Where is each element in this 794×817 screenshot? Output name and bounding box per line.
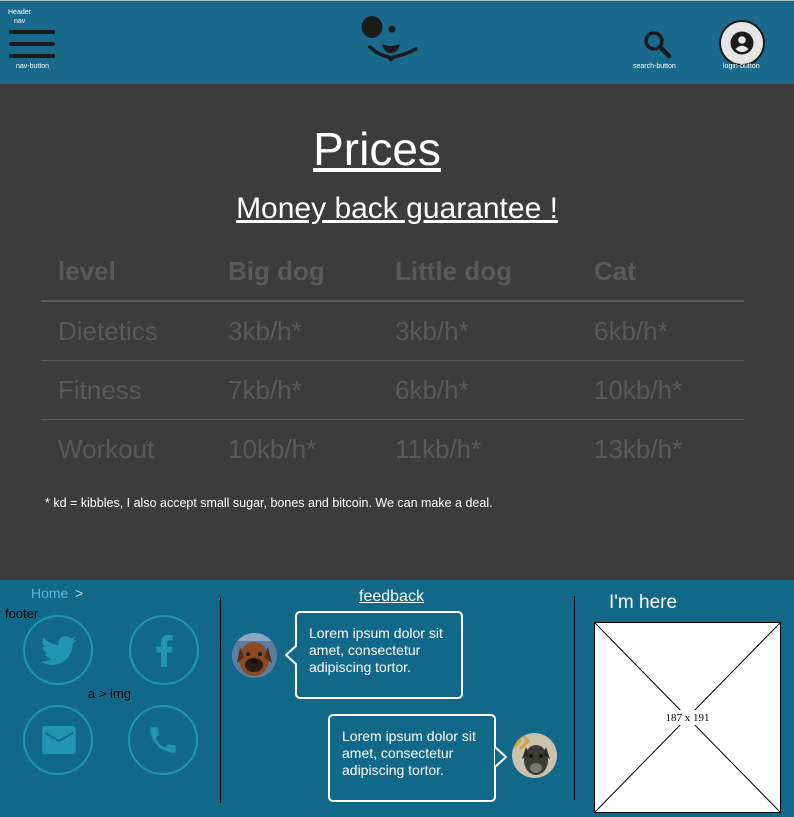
feedback-bubble: Lorem ipsum dolor sit amet, consectetur … — [328, 714, 496, 802]
twitter-icon — [41, 636, 77, 665]
avatar — [512, 733, 557, 778]
table-cell: 6kb/h* — [378, 360, 577, 420]
map-placeholder-size: 187 x 191 — [665, 712, 710, 724]
login-button-label: login-button — [723, 63, 760, 70]
table-cell: 3kb/h* — [378, 301, 577, 361]
page-title: Prices — [313, 123, 441, 175]
map-placeholder: 187 x 191 — [594, 622, 781, 813]
header-tag: Header — [8, 9, 31, 16]
nav-button[interactable] — [9, 30, 55, 60]
account-circle-icon — [730, 31, 754, 55]
table-cell: 6kb/h* — [577, 301, 744, 361]
site-footer: Home > footer a > img feedback Lorem ips… — [0, 580, 794, 817]
a-img-tag: a > img — [88, 686, 131, 701]
column-header: level — [41, 242, 211, 302]
prices-table: level Big dog Little dog Cat Dietetics 3… — [41, 242, 744, 478]
site-header: Header nav nav-button search-button logi… — [0, 0, 794, 85]
table-cell: 11kb/h* — [395, 433, 482, 464]
table-row: Dietetics 3kb/h* 3kb/h* 6kb/h* — [41, 301, 744, 361]
table-cell: 13kb/h* — [594, 433, 683, 464]
table-cell: 7kb/h* — [211, 360, 378, 420]
bubble-pointer — [285, 645, 297, 665]
column-header: Big dog — [211, 242, 378, 302]
feedback-bubble: Lorem ipsum dolor sit amet, consectetur … — [295, 611, 463, 699]
avatar — [232, 633, 277, 678]
column-header: Little dog — [378, 242, 577, 302]
page-subtitle: Money back guarantee ! — [236, 192, 558, 225]
phone-link[interactable] — [128, 705, 198, 775]
breadcrumb-separator: > — [75, 585, 84, 601]
nav-tag: nav — [14, 18, 26, 25]
mail-link[interactable] — [23, 705, 93, 775]
table-cell: 10kb/h* — [577, 360, 744, 420]
table-row: Fitness 7kb/h* 6kb/h* 10kb/h* — [41, 360, 744, 420]
search-button-label: search-button — [633, 63, 676, 70]
table-cell: Workout — [58, 433, 155, 464]
facebook-icon — [156, 635, 173, 667]
table-cell: 10kb/h* — [228, 433, 317, 464]
search-button[interactable] — [642, 29, 674, 61]
footer-tag: footer — [5, 606, 39, 621]
table-header-row: level Big dog Little dog Cat — [41, 242, 744, 302]
facebook-link[interactable] — [129, 615, 199, 685]
table-cell: Fitness — [41, 360, 211, 420]
table-cell: Dietetics — [41, 301, 211, 361]
price-footnote: * kd = kibbles, I also accept small suga… — [45, 496, 493, 510]
login-button[interactable] — [719, 20, 765, 66]
mail-icon — [42, 726, 76, 754]
dog-face-logo-icon[interactable] — [360, 13, 422, 65]
feedback-link[interactable]: feedback — [359, 588, 424, 606]
nav-button-label: nav-button — [16, 63, 50, 70]
breadcrumb-home-link[interactable]: Home — [31, 585, 68, 601]
phone-icon — [150, 727, 176, 753]
footer-divider-right — [574, 596, 575, 800]
bubble-pointer — [495, 747, 507, 767]
table-cell: 3kb/h* — [211, 301, 378, 361]
twitter-link[interactable] — [23, 615, 93, 685]
footer-divider-left — [220, 598, 221, 803]
main-content: Prices Money back guarantee ! level Big … — [0, 84, 794, 580]
column-header: Cat — [577, 242, 744, 302]
search-icon — [644, 31, 672, 59]
location-title: I'm here — [609, 592, 678, 613]
table-row: Workout 10kb/h* 11kb/h* 13kb/h* — [41, 420, 744, 479]
